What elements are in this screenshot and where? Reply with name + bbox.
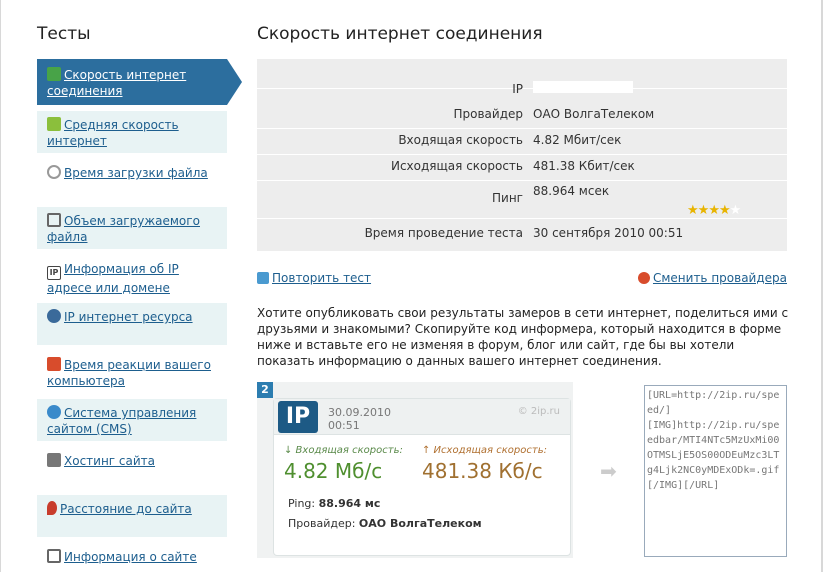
monitor-icon: [47, 213, 61, 227]
change-provider-link[interactable]: Сменить провайдера: [637, 271, 787, 285]
result-value: 481.38 Кбит/сек: [533, 159, 635, 173]
provider-value: ОАО ВолгаТелеком: [358, 517, 482, 530]
informer-datetime: 30.09.2010 00:51: [328, 406, 391, 432]
informer-ping: Ping: 88.964 мс: [288, 497, 380, 510]
informer-provider: Провайдер: ОАО ВолгаТелеком: [288, 517, 482, 530]
sidebar-item-label: Время загрузки файла: [64, 166, 208, 180]
result-label: IP: [512, 82, 523, 96]
sidebar-item-ip-info[interactable]: IP Информация об IP адресе или домене: [37, 255, 227, 297]
sidebar-item-label: Средняя скорость интернет: [47, 118, 179, 148]
repeat-test-link[interactable]: Повторить тест: [257, 271, 371, 285]
pin-icon: [47, 501, 57, 515]
result-label: Исходящая скорость: [390, 159, 523, 173]
ip-value: [533, 81, 633, 93]
result-value: 30 сентября 2010 00:51: [533, 226, 684, 240]
informer-code-textarea[interactable]: [URL=http://2ip.ru/speed/][IMG]http://2i…: [644, 385, 787, 557]
sidebar-menu: Скорость интернет соединения Средняя ско…: [37, 59, 242, 572]
informer-badge: 2: [257, 382, 273, 398]
sidebar-item-label: Расстояние до сайта: [60, 502, 192, 516]
ip-logo: IP: [278, 401, 318, 433]
result-row-download: Входящая скорость 4.82 Мбит/сек: [257, 129, 787, 155]
upload-speed-value: 481.38 Кб/с: [422, 459, 543, 483]
star-icon: ★: [708, 203, 720, 218]
arrow-right-icon: ➡: [600, 459, 617, 483]
star-icon: ★: [718, 203, 731, 218]
results-panel: IP Провайдер ОАО ВолгаТелеком Входящая с…: [257, 59, 787, 251]
sidebar-item-reaction-time[interactable]: Время реакции вашего компьютера: [37, 351, 227, 393]
sidebar-item-site-info[interactable]: Информация о сайте: [37, 543, 227, 567]
upload-speed-label: ↑ Исходящая скорость:: [422, 445, 547, 456]
sidebar-item-label: Время реакции вашего компьютера: [47, 358, 211, 388]
informer-time: 00:51: [328, 419, 360, 432]
repeat-test-label: Повторить тест: [272, 271, 372, 285]
document-icon: [47, 549, 61, 563]
informer-source: © 2ip.ru: [517, 406, 560, 417]
sidebar-item-cms[interactable]: Система управления сайтом (CMS): [37, 399, 227, 441]
informer-date: 30.09.2010: [328, 406, 391, 419]
sidebar-item-label: Информация о сайте: [64, 550, 197, 564]
sidebar-item-label: IP интернет ресурса: [64, 310, 193, 324]
ip-icon: IP: [47, 266, 61, 280]
bars-icon: [47, 117, 61, 131]
change-provider-label: Сменить провайдера: [652, 271, 787, 285]
page-title: Скорость интернет соединения: [257, 24, 543, 44]
sidebar-item-label: Объем загружаемого файла: [47, 214, 200, 244]
cms-icon: [47, 405, 61, 419]
informer-header: IP 30.09.2010 00:51 © 2ip.ru: [274, 399, 570, 435]
sidebar-item-label: Скорость интернет соединения: [47, 68, 187, 98]
sidebar-item-file-size[interactable]: Объем загружаемого файла: [37, 207, 227, 249]
result-label: Провайдер: [453, 107, 523, 121]
result-value: ОАО ВолгаТелеком: [533, 107, 655, 121]
sidebar-title: Тесты: [37, 24, 91, 44]
star-icon: ★: [697, 203, 710, 218]
result-row-provider: Провайдер ОАО ВолгаТелеком: [257, 103, 787, 129]
ping-value: 88.964 мс: [318, 497, 381, 510]
left-border: [0, 0, 1, 572]
speed-icon: [47, 67, 61, 81]
informer-card: IP 30.09.2010 00:51 © 2ip.ru ↓ Входящая …: [273, 398, 571, 556]
sidebar-item-average-speed[interactable]: Средняя скорость интернет: [37, 111, 227, 153]
result-row-upload: Исходящая скорость 481.38 Кбит/сек: [257, 155, 787, 181]
server-icon: [47, 453, 61, 467]
sidebar-item-distance[interactable]: Расстояние до сайта: [37, 495, 227, 537]
download-speed-label: ↓ Входящая скорость:: [284, 445, 403, 456]
sidebar-item-label: Хостинг сайта: [64, 454, 156, 468]
result-value: 88.964 мсек: [533, 184, 610, 198]
sidebar-item-label: Система управления сайтом (CMS): [47, 406, 197, 436]
sidebar-item-hosting[interactable]: Хостинг сайта: [37, 447, 227, 489]
result-value: 4.82 Мбит/сек: [533, 133, 622, 147]
reaction-icon: [47, 357, 61, 371]
result-row-ip: IP: [257, 59, 787, 96]
sidebar-item-speed[interactable]: Скорость интернет соединения: [37, 59, 242, 105]
page: Тесты Скорость интернет соединения Средн…: [0, 0, 823, 572]
clock-icon: [47, 165, 61, 179]
result-label: Время проведение теста: [364, 226, 523, 240]
provider-icon: [637, 272, 650, 284]
result-label: Пинг: [492, 191, 523, 205]
ip-globe-icon: [47, 309, 61, 323]
refresh-icon: [257, 272, 269, 284]
ping-rating-stars: ★★★★★: [687, 203, 742, 218]
ping-label: Ping:: [288, 497, 316, 510]
ip-value-masked: [533, 81, 633, 95]
result-label: Входящая скорость: [398, 133, 523, 147]
sidebar-item-label: Информация об IP адресе или домене: [47, 262, 179, 295]
provider-label: Провайдер:: [288, 517, 356, 530]
informer-preview: 2 IP 30.09.2010 00:51 © 2ip.ru ↓ Входяща…: [257, 382, 573, 558]
result-row-ping: Пинг 88.964 мсек ★★★★★: [257, 181, 787, 219]
result-row-test-time: Время проведение теста 30 сентября 2010 …: [257, 219, 787, 251]
download-speed-value: 4.82 Мб/с: [284, 459, 383, 483]
star-empty-icon: ★: [729, 203, 742, 218]
informer-description: Хотите опубликовать свои результаты заме…: [257, 306, 789, 368]
sidebar-item-ip-resource[interactable]: IP интернет ресурса: [37, 303, 227, 345]
sidebar-item-download-time[interactable]: Время загрузки файла: [37, 159, 227, 201]
star-icon: ★: [687, 203, 699, 218]
